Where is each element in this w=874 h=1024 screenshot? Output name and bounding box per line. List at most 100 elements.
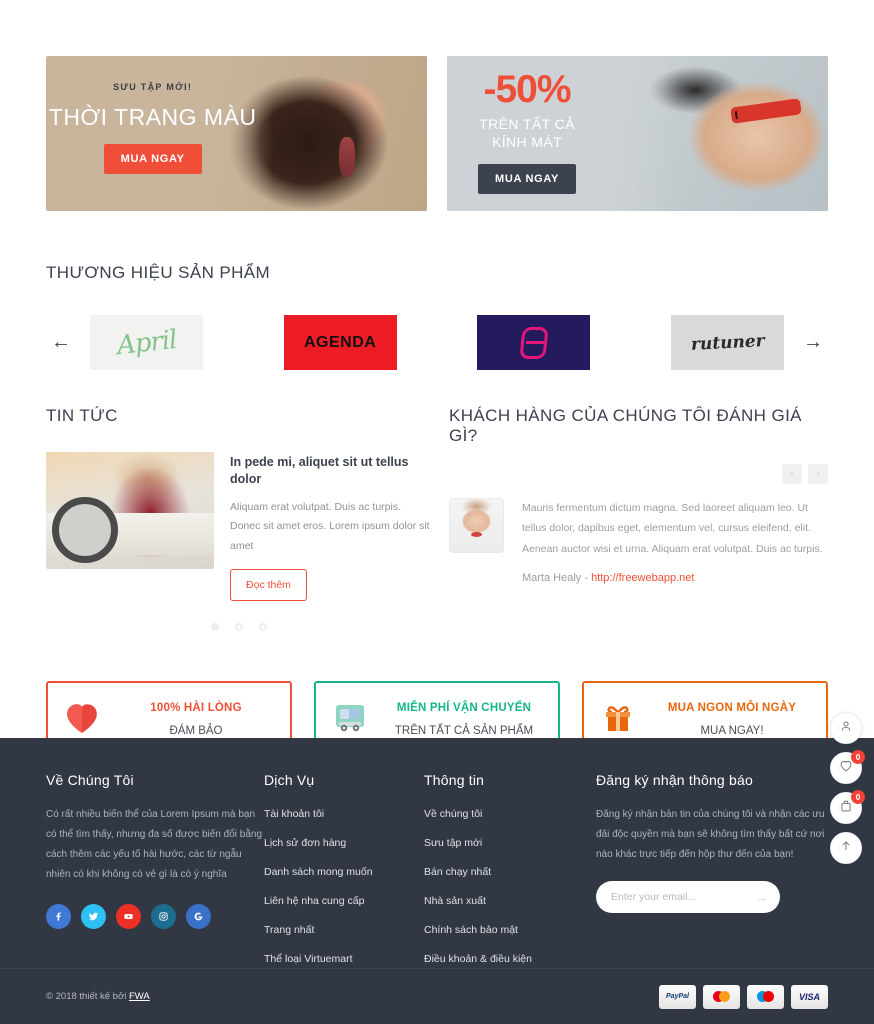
newsletter-email-input[interactable] — [596, 881, 780, 913]
brand-logo-april[interactable]: April — [90, 315, 203, 370]
footer-link-terms-conditions[interactable]: Điều khoản & điều kiện — [424, 953, 532, 965]
googleplus-icon[interactable] — [186, 904, 211, 929]
testimonials-title: KHÁCH HÀNG CỦA CHÚNG TÔI ĐÁNH GIÁ GÌ? — [449, 406, 802, 445]
twitter-icon[interactable] — [81, 904, 106, 929]
footer-information-list: Về chúng tôi Sưu tập mới Bán chạy nhất N… — [424, 804, 596, 967]
footer-services-title: Dịch Vụ — [264, 772, 315, 788]
footer-columns: Về Chúng Tôi Có rất nhiều biến thể của L… — [46, 772, 828, 978]
feature-text: MUA NGON MỖI NGÀY MUA NGAY! — [652, 695, 812, 741]
footer-link-best-sellers[interactable]: Bán chạy nhất — [424, 866, 491, 878]
brand-mark — [519, 326, 549, 359]
list-item: Trang nhất — [264, 920, 424, 938]
footer-link-new-collection[interactable]: Sưu tập mới — [424, 837, 482, 849]
banner-subtitle-line2: KÍNH MÁT — [491, 133, 563, 150]
feature-boxes: 100% HÀI LÒNG ĐÁM BẢO MIỄN PHÍ VẬN CHUYỂ… — [0, 631, 874, 756]
news-section: TIN TỨC In pede mi, aliquet sit ut tellu… — [46, 406, 431, 632]
heart-icon — [62, 702, 102, 734]
carousel-dot[interactable] — [258, 623, 267, 632]
facebook-icon[interactable] — [46, 904, 71, 929]
testimonial-quote: Mauris fermentum dictum magna. Sed laore… — [522, 502, 823, 555]
mastercard-icon[interactable] — [703, 984, 740, 1009]
carousel-dot-active[interactable] — [210, 623, 219, 632]
promo-banner-sunglasses[interactable]: -50% TRÊN TẤT CẢ KÍNH MÁT MUA NGAY — [447, 56, 828, 211]
heart-icon — [839, 759, 853, 778]
news-post-card[interactable]: In pede mi, aliquet sit ut tellus dolor … — [46, 452, 431, 602]
list-item: Chính sách bảo mật — [424, 920, 596, 938]
list-item: Sưu tập mới — [424, 833, 596, 851]
list-item: Danh sách mong muốn — [264, 862, 424, 880]
payment-methods: PayPal VISA — [659, 984, 828, 1009]
banner-kicker: SƯU TẬP MỚI! — [113, 82, 193, 92]
testimonial-avatar — [449, 498, 504, 553]
newsletter-submit-button[interactable]: → — [755, 891, 768, 904]
user-icon — [839, 719, 853, 738]
testimonial-card: Mauris fermentum dictum magna. Sed laore… — [449, 498, 828, 584]
footer-link-wishlist[interactable]: Danh sách mong muốn — [264, 866, 373, 878]
page-root: SƯU TẬP MỚI! THỜI TRANG MÀU MUA NGAY -50… — [0, 0, 874, 1024]
newsletter-form: → — [596, 881, 780, 913]
footer-link-front-page[interactable]: Trang nhất — [264, 924, 314, 936]
brand-mark: April — [115, 324, 178, 361]
floating-side-toolbar: 0 0 — [830, 712, 865, 864]
scroll-top-button[interactable] — [830, 832, 862, 864]
footer-information-title: Thông tin — [424, 772, 485, 788]
cart-button[interactable]: 0 — [830, 790, 865, 824]
list-item: Liên hệ nha cung cấp — [264, 891, 424, 909]
footer-link-privacy-policy[interactable]: Chính sách bảo mật — [424, 924, 518, 936]
footer-link-virtuemart-category[interactable]: Thể loại Virtuemart — [264, 953, 353, 965]
list-item: Bán chạy nhất — [424, 862, 596, 880]
copyright-text: © 2018 thiết kế bởi — [46, 991, 129, 1002]
footer-social-links — [46, 904, 264, 929]
testimonials-prev-button[interactable]: ‹ — [782, 464, 802, 484]
banner-content: -50% TRÊN TẤT CẢ KÍNH MÁT MUA NGAY — [447, 56, 607, 211]
mid-section: TIN TỨC In pede mi, aliquet sit ut tellu… — [0, 370, 874, 632]
brands-next-arrow[interactable]: → — [798, 331, 828, 354]
banner-title: THỜI TRANG MÀU — [48, 104, 257, 130]
cart-count-badge: 0 — [851, 790, 865, 804]
wishlist-button[interactable]: 0 — [830, 750, 865, 784]
copyright: © 2018 thiết kế bởi FWA — [46, 991, 150, 1002]
banner-shop-now-button[interactable]: MUA NGAY — [477, 164, 577, 194]
footer-column-information: Thông tin Về chúng tôi Sưu tập mới Bán c… — [424, 772, 596, 978]
paypal-icon[interactable]: PayPal — [659, 984, 696, 1009]
account-button[interactable] — [830, 712, 862, 744]
brand-logo-s[interactable] — [477, 315, 591, 370]
footer-newsletter-text: Đăng ký nhận bản tin của chúng tôi và nh… — [596, 809, 825, 860]
brand-logo-rutuner[interactable]: rutuner — [670, 315, 784, 370]
bag-icon — [839, 799, 853, 818]
testimonials-next-button[interactable]: › — [808, 464, 828, 484]
promo-banner-fashion[interactable]: SƯU TẬP MỚI! THỜI TRANG MÀU MUA NGAY — [46, 56, 427, 211]
visa-icon[interactable]: VISA — [791, 984, 828, 1009]
testimonial-author-link[interactable]: http://freewebapp.net — [591, 572, 694, 584]
testimonial-content: Mauris fermentum dictum magna. Sed laore… — [522, 498, 828, 584]
instagram-icon[interactable] — [151, 904, 176, 929]
wishlist-count-badge: 0 — [851, 750, 865, 764]
footer-link-my-account[interactable]: Tài khoản tôi — [264, 808, 324, 820]
testimonials-section: KHÁCH HÀNG CỦA CHÚNG TÔI ĐÁNH GIÁ GÌ? ‹ … — [449, 406, 828, 631]
brands-prev-arrow[interactable]: ← — [46, 331, 76, 354]
banner-shop-now-button[interactable]: MUA NGAY — [103, 144, 202, 174]
feature-subline: MUA NGAY! — [700, 725, 764, 738]
footer-link-order-history[interactable]: Lịch sử đơn hàng — [264, 837, 346, 849]
footer-newsletter-title: Đăng ký nhận thông báo — [596, 772, 753, 788]
footer-link-manufacturers[interactable]: Nhà sản xuất — [424, 895, 486, 907]
footer-column-about: Về Chúng Tôi Có rất nhiều biến thể của L… — [46, 772, 264, 978]
news-read-more-button[interactable]: Đọc thêm — [230, 569, 307, 602]
site-footer: Về Chúng Tôi Có rất nhiều biến thể của L… — [0, 738, 874, 1024]
maestro-icon[interactable] — [747, 984, 784, 1009]
footer-services-list: Tài khoản tôi Lịch sử đơn hàng Danh sách… — [264, 804, 424, 967]
footer-link-contact-supplier[interactable]: Liên hệ nha cung cấp — [264, 895, 364, 907]
list-item: Về chúng tôi — [424, 804, 596, 822]
news-post-thumbnail — [46, 452, 214, 569]
list-item: Lịch sử đơn hàng — [264, 833, 424, 851]
footer-link-about-us[interactable]: Về chúng tôi — [424, 808, 482, 820]
brand-mark: AGENDA — [303, 333, 377, 351]
copyright-link-fwa[interactable]: FWA — [129, 991, 150, 1002]
promo-banners: SƯU TẬP MỚI! THỜI TRANG MÀU MUA NGAY -50… — [0, 0, 874, 211]
footer-column-services: Dịch Vụ Tài khoản tôi Lịch sử đơn hàng D… — [264, 772, 424, 978]
carousel-dot[interactable] — [234, 623, 243, 632]
testimonial-author: Marta Healy - http://freewebapp.net — [522, 572, 828, 584]
feature-headline: 100% HÀI LÒNG — [150, 702, 242, 715]
youtube-icon[interactable] — [116, 904, 141, 929]
brand-logo-agenda[interactable]: AGENDA — [283, 315, 397, 370]
